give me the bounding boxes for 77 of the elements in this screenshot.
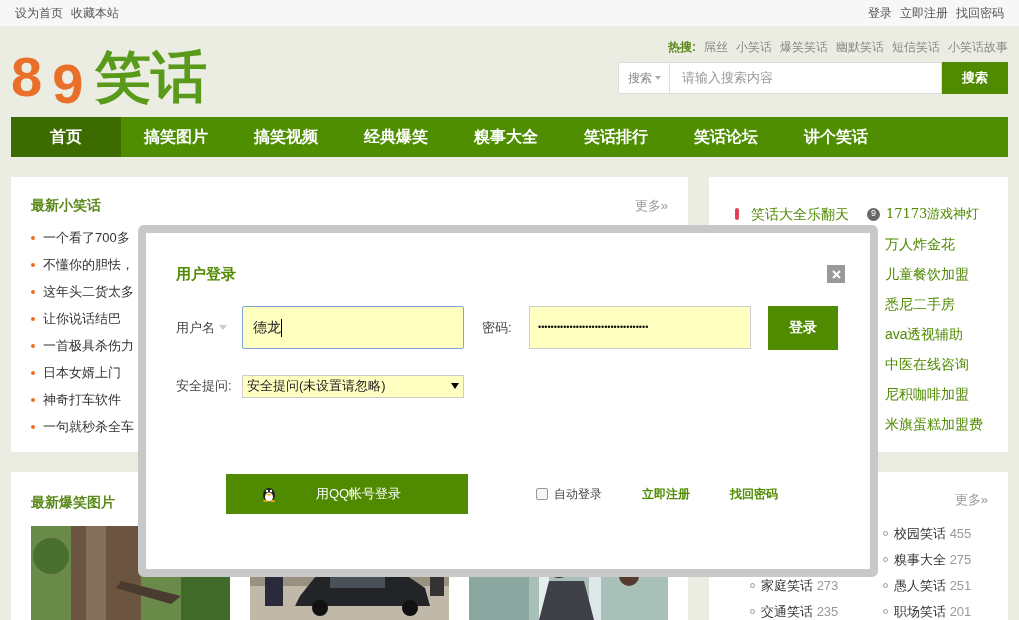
bullet-icon [31,316,35,321]
hot-search-link[interactable]: 屌丝 [704,38,728,56]
bullet-icon [31,289,35,294]
search-scope-dropdown[interactable]: 搜索 [618,62,670,94]
login-button[interactable]: 登录 [768,305,838,350]
password-field[interactable]: ••••••••••••••••••••••••••••••••••• [529,306,751,349]
bullet-icon [31,370,35,375]
nav-tab[interactable]: 笑话论坛 [671,117,781,157]
panel-title: 最新爆笑图片 [31,494,115,510]
joke-link[interactable]: 一首极具杀伤力 [43,335,134,356]
close-button[interactable] [827,265,845,284]
ad-link[interactable]: 笑话大全乐翻天 [750,203,867,225]
search-button[interactable]: 搜索 [942,62,1008,94]
category-link[interactable]: 职场笑话 201 [894,601,972,620]
category-link[interactable]: 愚人笑话 251 [894,575,972,596]
ad-link[interactable]: ava透视辅助 [884,323,964,345]
hot-search-label: 热搜: [668,39,696,56]
joke-link[interactable]: 让你说话结巴 [43,308,121,329]
bullet-icon [31,343,35,348]
username-type-dropdown[interactable]: 用户名 [176,317,242,338]
bullet-icon [31,424,35,429]
joke-link[interactable]: 神奇打车软件 [43,389,121,410]
recover-password-link[interactable]: 找回密码 [730,484,778,503]
joke-link[interactable]: 不懂你的胆怯， [43,254,134,275]
auto-login-label: 自动登录 [554,485,602,503]
category-link[interactable]: 家庭笑话 273 [761,575,839,596]
top-link[interactable]: 立即注册 [900,4,948,22]
ad-link[interactable]: 17173游戏神灯 [885,204,980,224]
register-link[interactable]: 立即注册 [642,484,690,503]
ad-link[interactable]: 米旗蛋糕加盟费 [884,413,983,435]
nav-tab[interactable]: 糗事大全 [451,117,561,157]
penguin-icon [262,485,276,502]
ad-link[interactable]: 尼积咖啡加盟 [884,383,969,405]
top-link[interactable]: 设为首页 [15,4,63,22]
more-link[interactable]: 更多» [954,490,988,510]
nav-tab[interactable]: 讲个笑话 [781,117,891,157]
top-link[interactable]: 登录 [868,4,892,22]
category-link[interactable]: 校园笑话 455 [894,523,972,544]
bullet-icon [31,235,35,240]
more-link[interactable]: 更多» [634,195,668,216]
hot-search-link[interactable]: 小笑话故事 [948,38,1008,56]
site-logo[interactable]: 8 9 笑话 [11,42,208,112]
username-field[interactable]: 德龙 [242,306,464,349]
ad-link[interactable]: 中医在线咨询 [884,353,969,375]
question-label: 安全提问: [176,377,233,396]
hot-search-link[interactable]: 小笑话 [736,38,772,56]
dialog-title: 用户登录 [176,264,236,284]
nav-tab[interactable]: 经典爆笑 [341,117,451,157]
ad-link[interactable]: 儿童餐饮加盟 [884,263,969,285]
bullet-icon [31,262,35,267]
nav-tab[interactable]: 搞笑视频 [231,117,341,157]
hot-search-link[interactable]: 爆笑笑话 [780,38,828,56]
hot-search-link[interactable]: 幽默笑话 [836,38,884,56]
bullet-icon [31,397,35,402]
search-field[interactable]: 请输入搜索内容 [670,62,942,94]
nav-tab[interactable]: 首页 [11,117,121,157]
category-link[interactable]: 交通笑话 235 [761,601,839,620]
top-link[interactable]: 找回密码 [956,4,1004,22]
password-label: 密码: [482,318,513,337]
joke-link[interactable]: 一句就秒杀全车 [43,416,134,437]
panel-title: 最新小笑话 [31,196,101,215]
auto-login-checkbox[interactable] [536,487,548,500]
number-badge: 9 [866,207,880,221]
qq-login-button[interactable]: 用QQ帐号登录 [226,473,468,514]
nav-tab[interactable]: 笑话排行 [561,117,671,157]
marker-icon [734,208,739,220]
nav-tab[interactable]: 搞笑图片 [121,117,231,157]
category-link[interactable]: 糗事大全 275 [894,549,972,570]
joke-link[interactable]: 一个看了700多 [43,227,130,248]
hot-search-link[interactable]: 短信笑话 [892,38,940,56]
ad-link[interactable]: 悉尼二手房 [884,293,955,315]
security-question-select[interactable]: 安全提问(未设置请忽略) [242,374,464,398]
joke-link[interactable]: 日本女婿上门 [43,362,121,383]
joke-link[interactable]: 这年头二货太多 [43,281,134,302]
close-icon [831,269,841,279]
ad-link[interactable]: 万人炸金花 [884,233,955,255]
top-link[interactable]: 收藏本站 [71,4,119,22]
